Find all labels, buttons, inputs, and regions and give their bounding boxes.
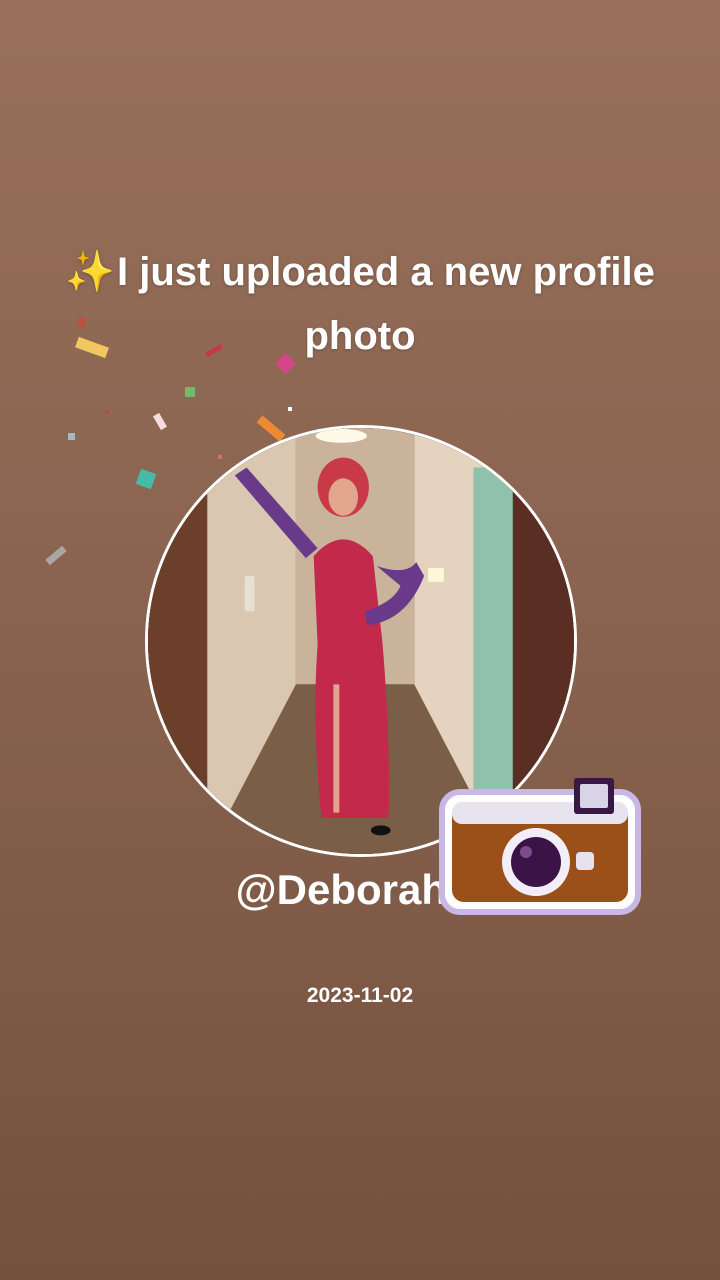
confetti-piece xyxy=(135,468,157,490)
sparkle-icon: ✨ xyxy=(65,250,115,294)
confetti-piece xyxy=(77,318,86,327)
confetti-piece xyxy=(218,455,222,459)
confetti-piece xyxy=(185,387,195,397)
confetti-piece xyxy=(68,433,75,440)
confetti-piece xyxy=(105,410,109,414)
confetti-piece xyxy=(288,407,292,411)
camera-icon xyxy=(439,778,641,915)
headline: ✨I just uploaded a new profile photo xyxy=(60,240,660,368)
confetti-piece xyxy=(256,415,286,442)
post-date: 2023-11-02 xyxy=(306,984,414,1007)
confetti-piece xyxy=(152,412,168,431)
headline-text: I just uploaded a new profile photo xyxy=(116,250,655,358)
confetti-piece xyxy=(45,545,67,566)
